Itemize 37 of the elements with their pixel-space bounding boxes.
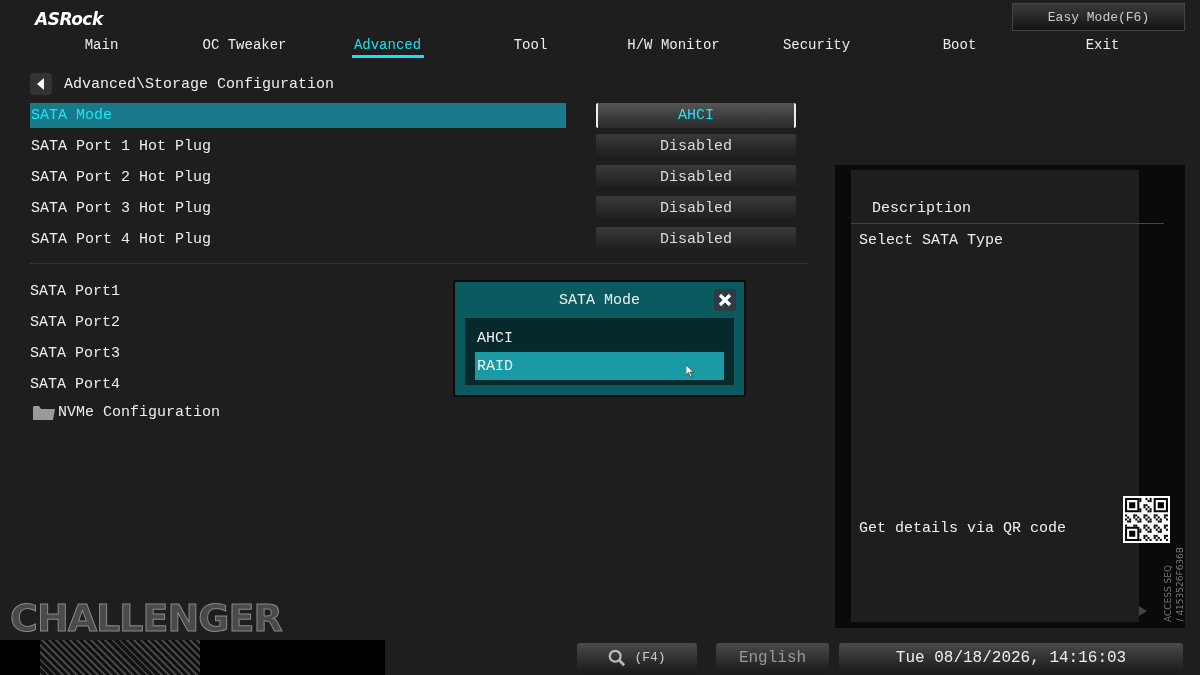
option-item[interactable]: AHCI [475,324,724,352]
menu-tab[interactable]: Main [30,35,173,58]
menu-tab[interactable]: Exit [1031,35,1174,58]
brand-wordmark: CHALLENGER [10,596,283,640]
dialog-title: SATA Mode [559,291,640,309]
datetime-button[interactable]: Tue 08/18/2026, 14:16:03 [839,642,1183,673]
setting-label[interactable]: SATA Port 2 Hot Plug [30,165,566,190]
description-text: Select SATA Type [859,232,1005,249]
menu-tab[interactable]: Boot [888,35,1031,58]
port-label[interactable]: SATA Port2 [30,314,120,331]
back-button[interactable] [30,73,52,95]
language-button[interactable]: English [716,642,829,673]
qr-code-icon [1123,496,1170,544]
description-title: Description [871,200,973,217]
port-label[interactable]: SATA Port3 [30,345,120,362]
setting-value-button[interactable]: AHCI [596,103,796,128]
menu-tab[interactable]: H/W Monitor [602,35,745,58]
access-seq-label: ACCESS SEQ [1163,564,1173,622]
setting-label[interactable]: SATA Port 4 Hot Plug [30,227,566,252]
menu-tab[interactable]: Tool [459,35,602,58]
menu-tab[interactable]: Security [745,35,888,58]
search-icon [608,648,627,667]
close-icon[interactable] [714,289,736,311]
easy-mode-button[interactable]: Easy Mode(F6) [1012,3,1185,31]
menu-tab[interactable]: OC Tweaker [173,35,316,58]
mouse-pointer-icon [686,365,694,377]
setting-label[interactable]: SATA Port 1 Hot Plug [30,134,566,159]
breadcrumb: Advanced\Storage Configuration [64,75,335,93]
access-code: / 4153526F636B [1175,547,1185,622]
port-label[interactable]: SATA Port4 [30,376,120,393]
submenu-link[interactable]: NVMe Configuration [58,403,221,421]
folder-icon [33,404,55,420]
qr-hint: Get details via QR code [859,520,1067,537]
brand-logo: ASRock [35,9,103,29]
search-button[interactable]: (F4) [577,642,697,673]
port-label[interactable]: SATA Port1 [30,283,120,300]
setting-label[interactable]: SATA Port 3 Hot Plug [30,196,566,221]
